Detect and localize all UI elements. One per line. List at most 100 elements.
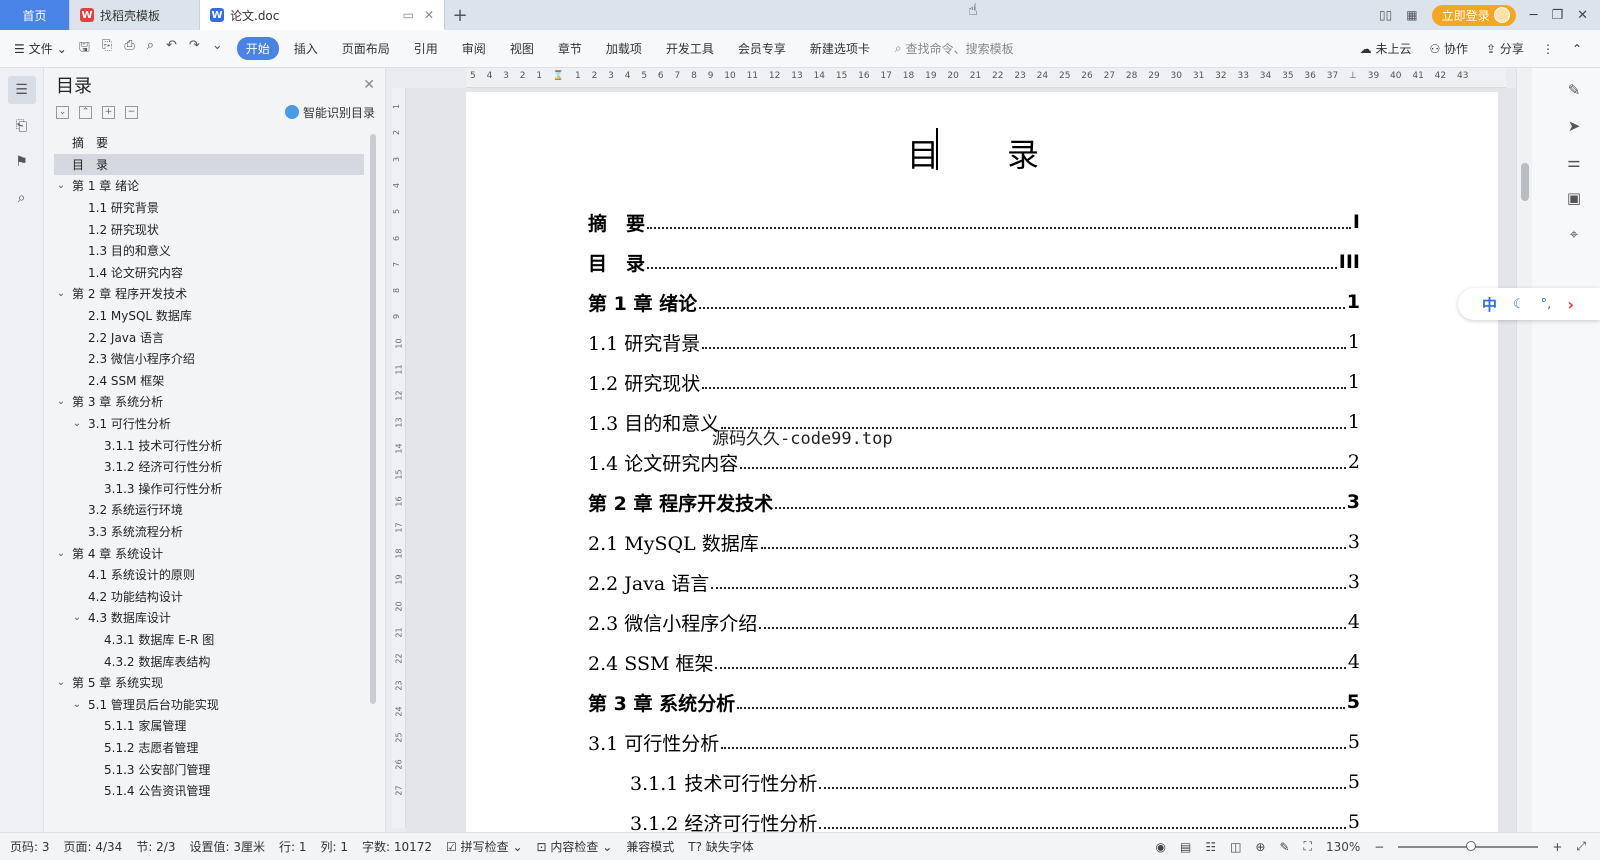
menu-page-layout[interactable]: 页面布局: [333, 37, 399, 60]
punctuation-icon[interactable]: °,: [1541, 297, 1552, 312]
ime-language[interactable]: 中: [1482, 294, 1497, 315]
toc-item[interactable]: ⌄ 第 4 章 系统设计: [54, 542, 364, 564]
find-icon[interactable]: ⌕: [8, 184, 36, 212]
restore-icon[interactable]: ❐: [1551, 8, 1563, 23]
bookmark-icon[interactable]: ⚑: [8, 148, 36, 176]
toc-item[interactable]: 2.3 微信小程序介绍: [54, 348, 364, 370]
redo-icon[interactable]: ↷: [189, 38, 200, 60]
toc-entry[interactable]: 2.4 SSM 框架 4: [588, 642, 1360, 682]
select-icon[interactable]: ➤: [1562, 114, 1586, 138]
toc-entry[interactable]: 2.3 微信小程序介绍 4: [588, 602, 1360, 642]
toc-item[interactable]: 2.1 MySQL 数据库: [54, 305, 364, 327]
status-page-count[interactable]: 页面: 4/34: [64, 838, 123, 855]
toc-item[interactable]: ⌄ 第 5 章 系统实现: [54, 672, 364, 694]
expand-all-icon[interactable]: ⌃: [79, 105, 92, 119]
menu-member[interactable]: 会员专享: [729, 37, 795, 60]
toc-item[interactable]: 目 录: [54, 153, 364, 176]
collapse-ribbon-icon[interactable]: ⌃: [1572, 42, 1582, 56]
toc-item[interactable]: 3.1.1 技术可行性分析: [54, 434, 364, 456]
document-canvas[interactable]: 目 录 摘 要I目 录 III 第 1 章 绪论 1 1.1 研究背景 1 1.2 研究现状…: [406, 88, 1516, 832]
read-view-icon[interactable]: ◫: [1230, 840, 1241, 854]
more-icon[interactable]: ⋮: [1542, 42, 1554, 56]
pen-icon[interactable]: ✎: [1562, 78, 1586, 102]
toc-entry[interactable]: 1.2 研究现状 1: [588, 362, 1360, 402]
toc-item[interactable]: 1.4 论文研究内容: [54, 262, 364, 284]
toc-item[interactable]: ⌄ 4.3 数据库设计: [54, 607, 364, 629]
remove-level-icon[interactable]: −: [125, 105, 138, 119]
toc-item[interactable]: 4.2 功能结构设计: [54, 585, 364, 607]
close-window-icon[interactable]: ✕: [1577, 8, 1588, 23]
collapse-all-icon[interactable]: ⌄: [56, 105, 69, 119]
save-icon[interactable]: 🖫: [79, 38, 90, 60]
cloud-status[interactable]: ☁ 未上云: [1360, 40, 1412, 57]
status-page-number[interactable]: 页码: 3: [10, 838, 50, 855]
chevron-down-icon[interactable]: ⌄: [54, 548, 68, 559]
toc-entry[interactable]: 第 3 章 系统分析 5: [588, 682, 1360, 722]
toc-item[interactable]: 4.3.2 数据库表结构: [54, 650, 364, 672]
zoom-level[interactable]: 130%: [1326, 840, 1360, 854]
chevron-down-icon[interactable]: ⌄: [54, 396, 68, 407]
image-tool-icon[interactable]: ▣: [1562, 186, 1586, 210]
toc-item[interactable]: ⌄ 第 2 章 程序开发技术: [54, 283, 364, 305]
toc-item[interactable]: 1.3 目的和意义: [54, 240, 364, 262]
menu-new-tab[interactable]: 新建选项卡: [801, 37, 879, 60]
new-tab-button[interactable]: +: [445, 0, 475, 30]
outline-view-icon[interactable]: ☷: [1205, 840, 1216, 854]
toc-entry[interactable]: 1.1 研究背景 1: [588, 322, 1360, 362]
toc-item[interactable]: 1.1 研究背景: [54, 197, 364, 219]
zoom-out-icon[interactable]: −: [1374, 840, 1384, 854]
status-section[interactable]: 节: 2/3: [136, 838, 175, 855]
menu-insert[interactable]: 插入: [285, 37, 327, 60]
toc-item[interactable]: 3.2 系统运行环境: [54, 499, 364, 521]
print-preview-icon[interactable]: ⌕: [147, 38, 154, 60]
command-search[interactable]: ⌕ 查找命令、搜索模板: [895, 40, 1014, 57]
smart-toc-button[interactable]: 智能识别目录: [284, 104, 375, 121]
status-setting[interactable]: 设置值: 3厘米: [189, 838, 265, 855]
chevron-down-icon[interactable]: ⌄: [54, 677, 68, 688]
toc-entry[interactable]: 2.1 MySQL 数据库 3: [588, 522, 1360, 562]
minimize-icon[interactable]: ─: [1530, 8, 1538, 23]
ime-toolbar[interactable]: 中 ☾ °, ›: [1458, 288, 1600, 320]
toc-item[interactable]: ⌄ 5.1 管理员后台功能实现: [54, 693, 364, 715]
toc-item[interactable]: 5.1.3 公安部门管理: [54, 758, 364, 780]
close-tab-icon[interactable]: ✕: [424, 8, 434, 22]
toc-item[interactable]: 4.3.1 数据库 E-R 图: [54, 629, 364, 651]
missing-font-button[interactable]: T? 缺失字体: [688, 838, 754, 855]
zoom-slider-thumb[interactable]: [1466, 840, 1477, 851]
content-check-button[interactable]: ⊡ 内容检查 ⌄: [537, 838, 613, 855]
web-view-icon[interactable]: ⊕: [1255, 840, 1265, 854]
tab-document[interactable]: W 论文.doc ▭ ✕: [200, 0, 445, 30]
layout-toggle-icon[interactable]: ▯▯: [1379, 8, 1392, 22]
toc-item[interactable]: 5.1.2 志愿者管理: [54, 737, 364, 759]
toc-item[interactable]: ⌄ 第 1 章 绪论: [54, 175, 364, 197]
chevron-down-icon[interactable]: ⌄: [70, 418, 84, 429]
apps-grid-icon[interactable]: ▦: [1406, 8, 1417, 22]
close-icon[interactable]: ✕: [363, 77, 375, 93]
toc-pane-icon[interactable]: ☰: [7, 76, 36, 104]
share-button[interactable]: ⇪ 分享: [1486, 40, 1524, 57]
toc-scrollbar[interactable]: [370, 134, 376, 704]
toc-item[interactable]: ⌄ 第 3 章 系统分析: [54, 391, 364, 413]
toc-item[interactable]: 1.2 研究现状: [54, 218, 364, 240]
toc-item[interactable]: 5.1.1 家属管理: [54, 715, 364, 737]
float-window-icon[interactable]: ▭: [403, 8, 414, 22]
toc-entry[interactable]: 1.3 目的和意义 1: [588, 402, 1360, 442]
toc-item[interactable]: 2.4 SSM 框架: [54, 370, 364, 392]
toc-entry[interactable]: 第 2 章 程序开发技术 3: [588, 482, 1360, 522]
scroll-thumb[interactable]: [1521, 163, 1529, 201]
file-menu[interactable]: ☰ 文件 ⌄: [14, 40, 67, 57]
moon-icon[interactable]: ☾: [1513, 297, 1525, 312]
menu-view[interactable]: 视图: [501, 37, 543, 60]
status-word-count[interactable]: 字数: 10172: [362, 838, 432, 855]
toc-item[interactable]: 2.2 Java 语言: [54, 326, 364, 348]
spell-check-toggle[interactable]: ☑ 拼写检查 ⌄: [446, 838, 522, 855]
print-icon[interactable]: ⎙: [124, 38, 134, 60]
toc-item[interactable]: 4.1 系统设计的原则: [54, 564, 364, 586]
horizontal-ruler[interactable]: 5 4 3 2 1 ⌛ 1 2 3 4 5 6 7 8 9 10 11 12 1…: [466, 68, 1506, 88]
menu-review[interactable]: 审阅: [453, 37, 495, 60]
undo-icon[interactable]: ↶: [166, 38, 177, 60]
chevron-right-icon[interactable]: ›: [1567, 295, 1574, 314]
add-level-icon[interactable]: +: [102, 105, 115, 119]
section-nav-icon[interactable]: ⎗: [8, 112, 36, 140]
menu-addins[interactable]: 加载项: [597, 37, 651, 60]
